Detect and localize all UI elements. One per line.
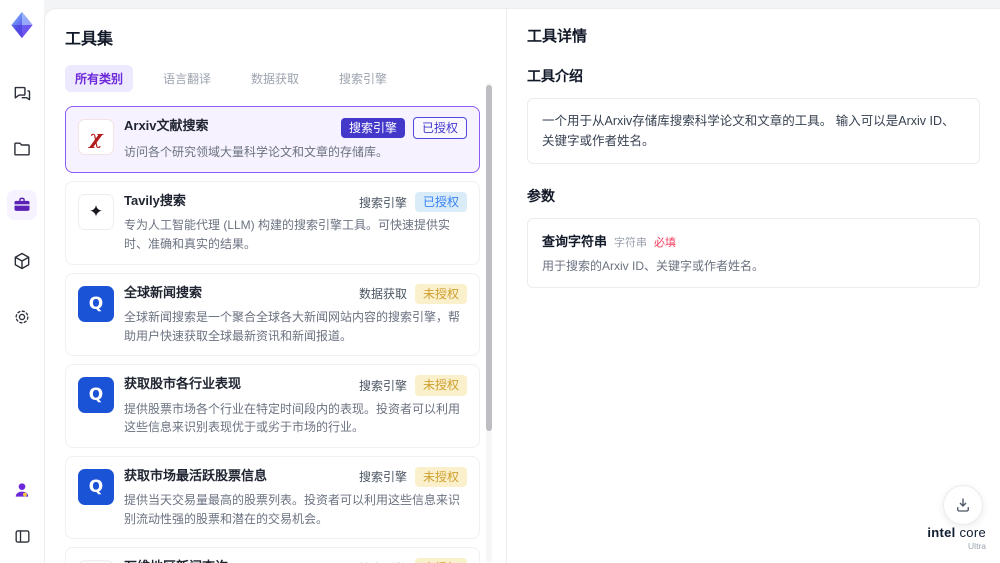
person-icon: [12, 480, 32, 500]
ultra-label: Ultra: [968, 541, 986, 551]
chat-icon: [12, 83, 32, 103]
tool-detail-panel: 工具详情 工具介绍 一个用于从Arxiv存储库搜索科学论文和文章的工具。 输入可…: [507, 9, 1000, 563]
page-title: 工具集: [65, 31, 114, 48]
cube-icon: [12, 251, 32, 271]
tool-intro-text: 一个用于从Arxiv存储库搜索科学论文和文章的工具。 输入可以是Arxiv ID…: [527, 98, 980, 164]
app-logo: [7, 10, 37, 40]
tab-translation[interactable]: 语言翻译: [153, 65, 221, 92]
scrollbar-thumb[interactable]: [486, 85, 492, 431]
param-description: 用于搜索的Arxiv ID、关键字或作者姓名。: [542, 259, 765, 273]
panel-collapse-icon: [13, 527, 32, 546]
auth-status-badge: 已授权: [414, 191, 467, 213]
tool-description: 访问各个研究领域大量科学论文和文章的存储库。: [124, 145, 389, 160]
gear-icon: [12, 307, 32, 327]
category-label: 搜索引擎: [358, 195, 407, 210]
user-avatar[interactable]: [7, 475, 37, 505]
tab-all-categories[interactable]: 所有类别: [65, 65, 134, 92]
auth-status-badge: 未授权: [414, 375, 467, 396]
tool-name: 获取市场最活跃股票信息: [124, 467, 268, 483]
params-heading: 参数: [527, 188, 555, 204]
category-label: 搜索引擎: [358, 470, 407, 485]
tavily-icon: ✦: [78, 193, 114, 230]
tool-name: 获取股市各行业表现: [124, 376, 242, 392]
tool-card-tavily[interactable]: ✦ Tavily搜索 搜索引擎 已授权 专为人工智能代理 (LLM) 构建的搜索…: [65, 180, 480, 265]
sidebar-item-models[interactable]: [7, 246, 37, 276]
tool-name: 全球新闻搜索: [124, 284, 203, 300]
tool-description: 全球新闻搜索是一个聚合全球各大新闻网站内容的搜索引擎，帮助用户快速获取全球最新资…: [124, 309, 461, 343]
auth-status-badge: 未授权: [414, 466, 467, 488]
category-badge: 搜索引擎: [340, 118, 405, 139]
category-label: 搜索引擎: [358, 378, 407, 393]
tool-card-regional-news[interactable]: 万维地区新闻查询 搜索引擎 未授权 查询具体行政区划内的新闻，快速了解各地新闻动…: [65, 547, 480, 563]
param-required-flag: 必填: [654, 237, 677, 249]
parameter-item: 查询字符串 字符串 必填 用于搜索的Arxiv ID、关键字或作者姓名。: [527, 218, 980, 288]
finance-app-icon: Q: [78, 468, 114, 505]
arxiv-icon: χ: [78, 119, 114, 155]
tab-data-fetch[interactable]: 数据获取: [241, 65, 309, 92]
category-tabs: 所有类别 语言翻译 数据获取 搜索引擎: [65, 65, 506, 92]
tool-description: 提供当天交易量最高的股票列表。投资者可以利用这些信息来识别流动性强的股票和潜在的…: [124, 493, 461, 526]
finance-app-icon: Q: [78, 377, 114, 414]
intel-logo-text: intel: [927, 525, 956, 540]
auth-status-badge: 未授权: [414, 283, 467, 304]
sidebar-item-settings[interactable]: [7, 302, 37, 332]
tool-name: Tavily搜索: [124, 192, 186, 208]
tool-card-arxiv[interactable]: χ Arxiv文献搜索 搜索引擎 已授权 访问各个研究领域大量科学论文和文章的存…: [65, 106, 480, 173]
sidebar-item-files[interactable]: [7, 134, 37, 164]
param-type: 字符串: [614, 237, 648, 249]
tool-card-list: χ Arxiv文献搜索 搜索引擎 已授权 访问各个研究领域大量科学论文和文章的存…: [65, 106, 506, 563]
detail-title: 工具详情: [527, 28, 588, 45]
left-rail: [0, 0, 44, 563]
sidebar-item-chat[interactable]: [7, 78, 37, 108]
q-glyph: Q: [88, 476, 104, 497]
download-button[interactable]: [943, 485, 983, 525]
auth-status-badge: 未授权: [414, 558, 467, 563]
tool-name: 万维地区新闻查询: [124, 558, 228, 563]
download-icon: [954, 496, 972, 514]
q-glyph: Q: [88, 385, 104, 406]
tool-card-most-active-stocks[interactable]: Q 获取市场最活跃股票信息 搜索引擎 未授权 提供当天交易量最高的股票列表。投资…: [65, 455, 480, 540]
folder-icon: [12, 139, 32, 159]
intro-heading: 工具介绍: [527, 68, 583, 84]
category-label: 数据获取: [358, 287, 407, 302]
rail-nav: [7, 78, 37, 332]
param-name: 查询字符串: [542, 234, 608, 249]
tool-card-sector-performance[interactable]: Q 获取股市各行业表现 搜索引擎 未授权 提供股票市场各个行业在特定时间段内的表…: [65, 364, 480, 448]
news-app-icon: Q: [78, 285, 114, 322]
tool-name: Arxiv文献搜索: [124, 118, 209, 133]
tool-description: 提供股票市场各个行业在特定时间段内的表现。投资者可以利用这些信息来识别表现优于或…: [124, 401, 461, 435]
tool-list-panel: 工具集 所有类别 语言翻译 数据获取 搜索引擎 χ Arxiv文献搜索 搜索引擎…: [45, 9, 507, 563]
core-logo-text: core: [959, 525, 986, 540]
rail-bottom: [7, 475, 37, 551]
tavily-glyph: ✦: [88, 201, 104, 221]
q-glyph: Q: [88, 293, 104, 314]
intel-core-badge: intel core Ultra: [927, 525, 986, 551]
tab-search-engine[interactable]: 搜索引擎: [329, 65, 397, 92]
auth-status-badge: 已授权: [412, 117, 467, 140]
content-shell: 工具集 所有类别 语言翻译 数据获取 搜索引擎 χ Arxiv文献搜索 搜索引擎…: [44, 8, 1000, 563]
sidebar-item-tools[interactable]: [7, 190, 37, 220]
arxiv-glyph: χ: [89, 125, 103, 149]
tool-description: 专为人工智能代理 (LLM) 构建的搜索引擎工具。可快速提供实时、准确和真实的结…: [124, 218, 451, 251]
collapse-sidebar-button[interactable]: [7, 521, 37, 551]
tool-card-global-news[interactable]: Q 全球新闻搜索 数据获取 未授权 全球新闻搜索是一个聚合全球各大新闻网站内容的…: [65, 272, 480, 357]
briefcase-icon: [12, 195, 32, 215]
